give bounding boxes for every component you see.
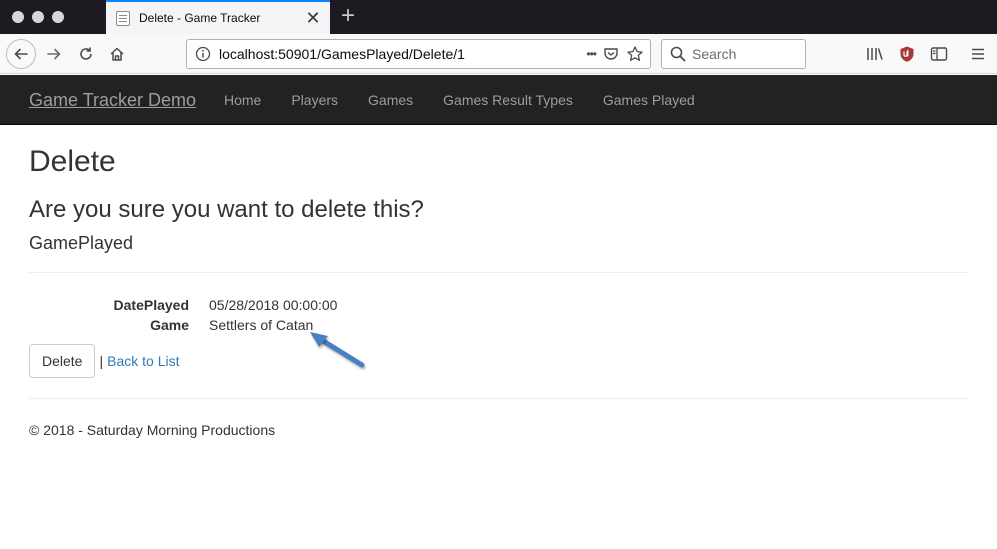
- reload-button[interactable]: [72, 40, 100, 68]
- back-to-list-link[interactable]: Back to List: [107, 353, 179, 369]
- new-tab-button[interactable]: +: [336, 3, 360, 29]
- hamburger-menu-icon: [972, 48, 984, 60]
- browser-toolbar: localhost:50901/GamesPlayed/Delete/1 •••…: [0, 34, 997, 74]
- reload-icon: [80, 47, 92, 60]
- nav-players[interactable]: Players: [276, 75, 353, 125]
- tab-close-icon[interactable]: ✕: [302, 7, 324, 29]
- detail-label: Game: [150, 317, 189, 333]
- bookmark-star-icon[interactable]: [626, 45, 644, 63]
- home-icon: [110, 47, 124, 61]
- confirm-question: Are you sure you want to delete this?: [29, 196, 424, 223]
- nav-games-played[interactable]: Games Played: [588, 75, 710, 125]
- site-navbar: Game Tracker Demo Home Players Games Gam…: [0, 75, 997, 125]
- tab-title: Delete - Game Tracker: [139, 11, 261, 25]
- forward-arrow-icon: [47, 48, 61, 60]
- nav-menu: Home Players Games Games Result Types Ga…: [209, 75, 710, 125]
- menu-button[interactable]: [967, 43, 989, 65]
- annotation-arrow-icon: [310, 332, 365, 368]
- detail-label: DatePlayed: [113, 297, 189, 313]
- search-icon: [670, 46, 686, 62]
- search-placeholder: Search: [692, 46, 737, 62]
- info-icon[interactable]: [195, 46, 211, 62]
- separator: |: [99, 353, 104, 369]
- library-icon: [867, 48, 883, 60]
- home-button[interactable]: [103, 40, 131, 68]
- page-icon: [116, 10, 130, 26]
- detail-row-game: Game Settlers of Catan: [29, 315, 968, 335]
- footer: © 2018 - Saturday Morning Productions: [29, 422, 968, 438]
- search-bar[interactable]: Search: [661, 39, 806, 69]
- page-title: Delete: [29, 145, 116, 178]
- main-content: Delete Are you sure you want to delete t…: [29, 125, 968, 438]
- library-button[interactable]: [864, 43, 886, 65]
- nav-home[interactable]: Home: [209, 75, 276, 125]
- detail-value: Settlers of Catan: [209, 317, 314, 333]
- pocket-icon[interactable]: [602, 45, 620, 63]
- detail-value: 05/28/2018 00:00:00: [209, 297, 338, 313]
- url-bar[interactable]: localhost:50901/GamesPlayed/Delete/1 •••: [186, 39, 651, 69]
- url-text[interactable]: localhost:50901/GamesPlayed/Delete/1: [219, 46, 586, 62]
- details-list: DatePlayed 05/28/2018 00:00:00 Game Sett…: [29, 295, 968, 335]
- sidebar-icon: [930, 47, 948, 61]
- nav-games[interactable]: Games: [353, 75, 428, 125]
- form-actions: Delete | Back to List: [29, 344, 968, 378]
- browser-tab-bar: Delete - Game Tracker ✕ +: [0, 0, 997, 34]
- detail-row-date-played: DatePlayed 05/28/2018 00:00:00: [29, 295, 968, 315]
- nav-games-result-types[interactable]: Games Result Types: [428, 75, 588, 125]
- entity-name: GamePlayed: [29, 233, 134, 253]
- sidebar-button[interactable]: [928, 43, 950, 65]
- maximize-window-icon[interactable]: [52, 11, 64, 23]
- back-button[interactable]: [6, 39, 36, 69]
- brand-link[interactable]: Game Tracker Demo: [29, 75, 196, 125]
- minimize-window-icon[interactable]: [32, 11, 44, 23]
- delete-button[interactable]: Delete: [29, 344, 96, 378]
- ublock-button[interactable]: [896, 43, 918, 65]
- forward-button[interactable]: [40, 40, 68, 68]
- active-tab[interactable]: Delete - Game Tracker ✕: [106, 0, 330, 34]
- back-arrow-icon: [14, 48, 28, 60]
- divider: [29, 272, 968, 273]
- footer-divider: [29, 398, 968, 399]
- page-actions-icon[interactable]: •••: [586, 47, 597, 61]
- copyright-text: © 2018 - Saturday Morning Productions: [29, 422, 276, 438]
- close-window-icon[interactable]: [12, 11, 24, 23]
- ublock-shield-icon: [900, 46, 914, 62]
